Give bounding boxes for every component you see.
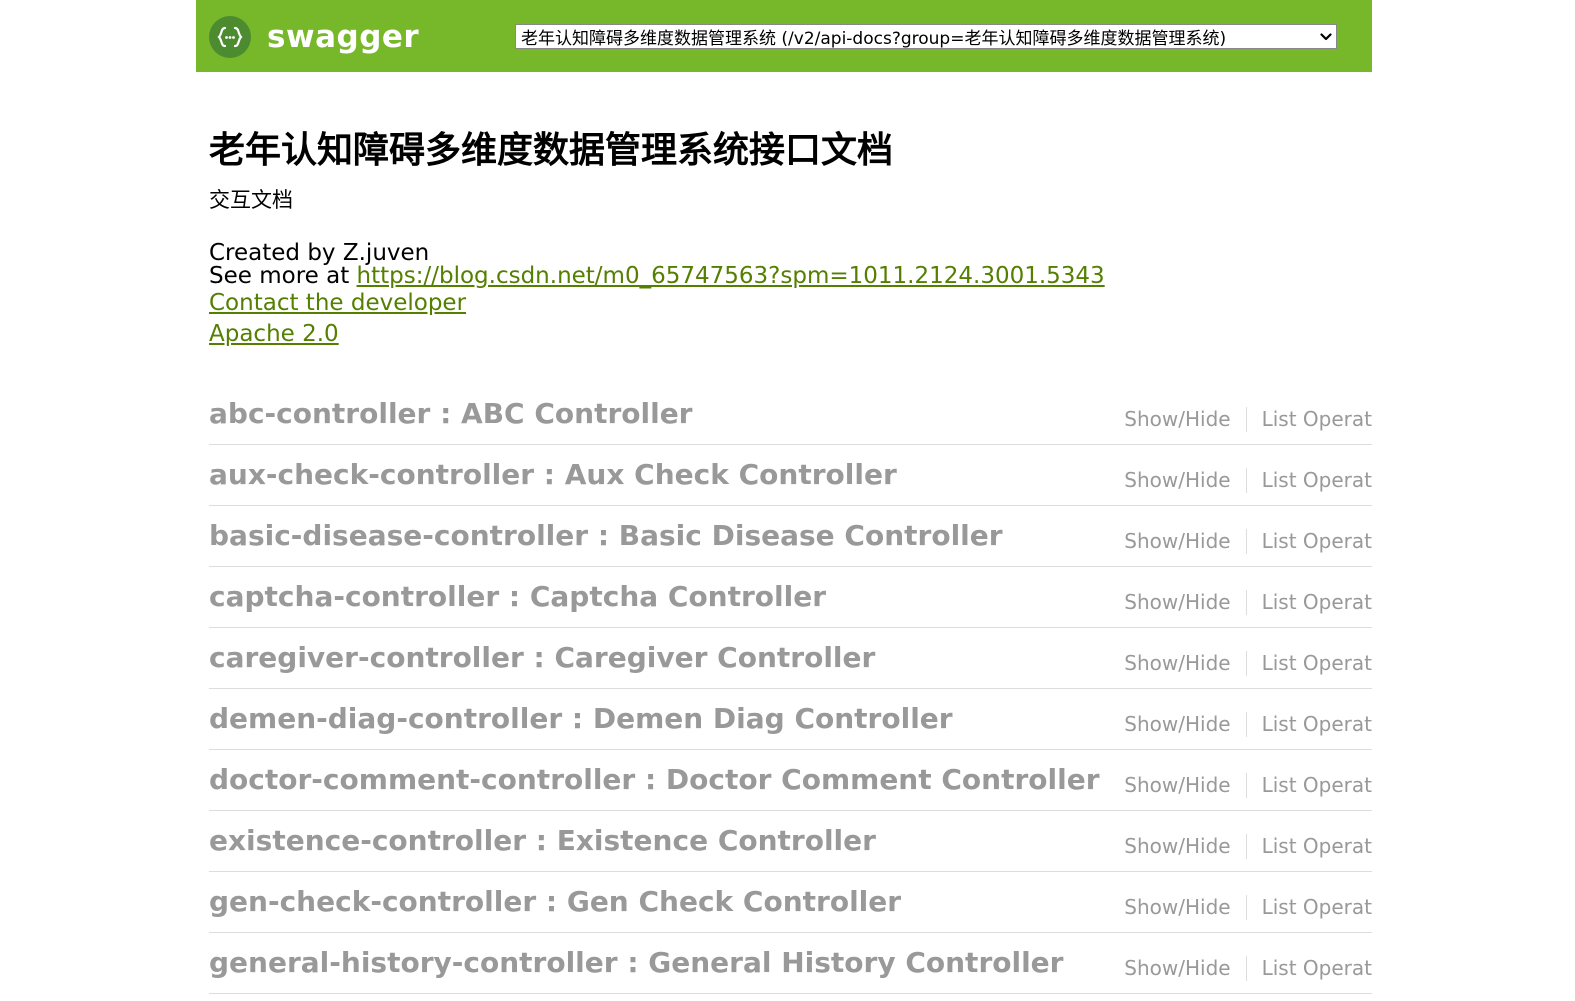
see-more-prefix: See more at [209, 263, 357, 289]
list-operations-link[interactable]: List Operat [1262, 894, 1372, 920]
contact-developer-link[interactable]: Contact the developer [209, 290, 466, 316]
show-hide-link[interactable]: Show/Hide [1124, 650, 1230, 676]
resource-actions: Show/Hide List Operat [1124, 955, 1372, 981]
list-operations-link[interactable]: List Operat [1262, 833, 1372, 859]
page-title: 老年认知障碍多维度数据管理系统接口文档 [209, 130, 894, 171]
api-info: 老年认知障碍多维度数据管理系统接口文档 交互文档 Created by Z.ju… [209, 122, 1369, 350]
list-operations-link[interactable]: List Operat [1262, 772, 1372, 798]
resource-actions: Show/Hide List Operat [1124, 528, 1372, 554]
resource-row: caregiver-controller : Caregiver Control… [209, 628, 1372, 689]
resource-row: captcha-controller : Captcha Controller … [209, 567, 1372, 628]
resource-actions: Show/Hide List Operat [1124, 711, 1372, 737]
show-hide-link[interactable]: Show/Hide [1124, 467, 1230, 493]
swagger-logo[interactable]: swagger [209, 16, 419, 58]
resource-title[interactable]: caregiver-controller : Caregiver Control… [209, 640, 875, 676]
action-divider [1245, 772, 1247, 798]
list-operations-link[interactable]: List Operat [1262, 406, 1372, 432]
resource-actions: Show/Hide List Operat [1124, 833, 1372, 859]
show-hide-link[interactable]: Show/Hide [1124, 528, 1230, 554]
show-hide-link[interactable]: Show/Hide [1124, 894, 1230, 920]
show-hide-link[interactable]: Show/Hide [1124, 955, 1230, 981]
swagger-brand-text: swagger [267, 19, 420, 55]
api-meta: Created by Z.juven See more at https://b… [209, 242, 1369, 350]
contact-line: Contact the developer [209, 288, 1369, 319]
license-line: Apache 2.0 [209, 319, 1369, 350]
resource-actions: Show/Hide List Operat [1124, 589, 1372, 615]
created-by-text: Created by Z.juven [209, 240, 430, 266]
resource-row: general-history-controller : General His… [209, 933, 1372, 994]
swagger-braces-icon [209, 16, 251, 58]
resource-title[interactable]: basic-disease-controller : Basic Disease… [209, 518, 1003, 554]
resource-actions: Show/Hide List Operat [1124, 467, 1372, 493]
swagger-header: swagger 老年认知障碍多维度数据管理系统 (/v2/api-docs?gr… [196, 0, 1372, 72]
resource-title[interactable]: demen-diag-controller : Demen Diag Contr… [209, 701, 953, 737]
resource-title[interactable]: doctor-comment-controller : Doctor Comme… [209, 762, 1100, 798]
resource-row: existence-controller : Existence Control… [209, 811, 1372, 872]
action-divider [1245, 406, 1247, 432]
action-divider [1245, 894, 1247, 920]
chevron-down-icon [1316, 32, 1336, 41]
see-more-link[interactable]: https://blog.csdn.net/m0_65747563?spm=10… [357, 263, 1105, 289]
resource-row: abc-controller : ABC Controller Show/Hid… [209, 384, 1372, 445]
api-docs-select[interactable]: 老年认知障碍多维度数据管理系统 (/v2/api-docs?group=老年认知… [515, 24, 1337, 49]
list-operations-link[interactable]: List Operat [1262, 650, 1372, 676]
license-link[interactable]: Apache 2.0 [209, 321, 339, 347]
resource-actions: Show/Hide List Operat [1124, 650, 1372, 676]
action-divider [1245, 528, 1247, 554]
page-description: 交互文档 [209, 188, 293, 212]
resource-title[interactable]: existence-controller : Existence Control… [209, 823, 876, 859]
action-divider [1245, 833, 1247, 859]
resource-actions: Show/Hide List Operat [1124, 406, 1372, 432]
show-hide-link[interactable]: Show/Hide [1124, 406, 1230, 432]
action-divider [1245, 650, 1247, 676]
resource-row: demen-diag-controller : Demen Diag Contr… [209, 689, 1372, 750]
show-hide-link[interactable]: Show/Hide [1124, 833, 1230, 859]
list-operations-link[interactable]: List Operat [1262, 589, 1372, 615]
show-hide-link[interactable]: Show/Hide [1124, 589, 1230, 615]
action-divider [1245, 711, 1247, 737]
resource-title[interactable]: gen-check-controller : Gen Check Control… [209, 884, 901, 920]
list-operations-link[interactable]: List Operat [1262, 711, 1372, 737]
resource-row: gen-check-controller : Gen Check Control… [209, 872, 1372, 933]
resource-title[interactable]: general-history-controller : General His… [209, 945, 1063, 981]
action-divider [1245, 467, 1247, 493]
resource-title[interactable]: abc-controller : ABC Controller [209, 396, 693, 432]
resource-row: aux-check-controller : Aux Check Control… [209, 445, 1372, 506]
action-divider [1245, 955, 1247, 981]
list-operations-link[interactable]: List Operat [1262, 467, 1372, 493]
action-divider [1245, 589, 1247, 615]
api-docs-select-value: 老年认知障碍多维度数据管理系统 (/v2/api-docs?group=老年认知… [521, 29, 1227, 49]
resource-actions: Show/Hide List Operat [1124, 772, 1372, 798]
resource-row: basic-disease-controller : Basic Disease… [209, 506, 1372, 567]
resource-row: doctor-comment-controller : Doctor Comme… [209, 750, 1372, 811]
resource-title[interactable]: aux-check-controller : Aux Check Control… [209, 457, 897, 493]
resource-list: abc-controller : ABC Controller Show/Hid… [209, 384, 1372, 994]
show-hide-link[interactable]: Show/Hide [1124, 711, 1230, 737]
list-operations-link[interactable]: List Operat [1262, 528, 1372, 554]
resource-title[interactable]: captcha-controller : Captcha Controller [209, 579, 826, 615]
show-hide-link[interactable]: Show/Hide [1124, 772, 1230, 798]
see-more-line: See more at https://blog.csdn.net/m0_657… [209, 265, 1369, 288]
list-operations-link[interactable]: List Operat [1262, 955, 1372, 981]
resource-actions: Show/Hide List Operat [1124, 894, 1372, 920]
